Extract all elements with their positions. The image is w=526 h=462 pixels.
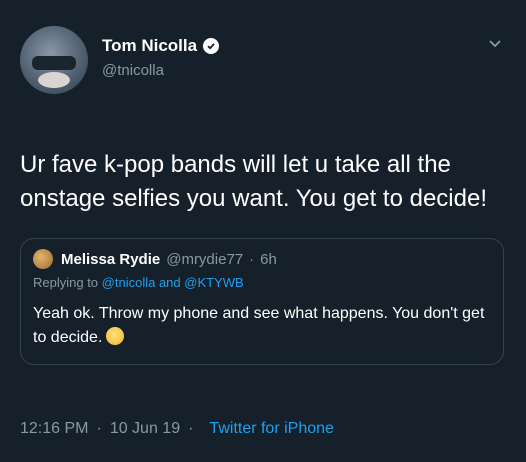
author-info: Tom Nicolla @tnicolla [102, 26, 486, 79]
quoted-tweet-text: Yeah ok. Throw my phone and see what hap… [33, 302, 489, 350]
tweet-date[interactable]: 10 Jun 19 [110, 420, 180, 438]
tweet-source-link[interactable]: Twitter for iPhone [209, 420, 334, 438]
author-avatar[interactable] [20, 26, 88, 94]
quoted-tweet-time: 6h [260, 250, 277, 268]
name-row: Tom Nicolla [102, 36, 486, 56]
tweet-meta: 12:16 PM · 10 Jun 19 · Twitter for iPhon… [20, 420, 334, 438]
quoted-author-handle: @mrydie77 [166, 250, 244, 268]
tweet-header: Tom Nicolla @tnicolla [20, 26, 504, 112]
tweet-time[interactable]: 12:16 PM [20, 420, 88, 438]
chevron-down-icon[interactable] [486, 34, 504, 52]
replying-to-label: Replying to [33, 275, 99, 290]
quoted-tweet-body: Yeah ok. Throw my phone and see what hap… [33, 305, 485, 346]
separator-dot: · [249, 250, 255, 268]
grinning-face-emoji-icon [106, 327, 125, 345]
tweet-text: Ur fave k-pop bands will let u take all … [20, 151, 488, 212]
replying-to-handles[interactable]: @tnicolla and @KTYWB [102, 275, 244, 290]
quoted-tweet-header: Melissa Rydie @mrydie77 · 6h [33, 249, 489, 269]
separator-dot: · [96, 420, 102, 437]
quoted-author-name: Melissa Rydie [61, 250, 161, 268]
verified-badge-icon [203, 38, 220, 54]
quoted-author-avatar [33, 249, 53, 269]
separator-dot: · [188, 420, 194, 437]
replying-to-line: Replying to @tnicolla and @KTYWB [33, 275, 489, 290]
sunglasses-shape [32, 56, 76, 70]
face-shape [38, 72, 70, 88]
author-display-name[interactable]: Tom Nicolla [102, 36, 197, 56]
author-handle[interactable]: @tnicolla [102, 62, 486, 79]
tweet-card: Tom Nicolla @tnicolla Ur fave k-pop band… [0, 0, 526, 462]
quoted-tweet[interactable]: Melissa Rydie @mrydie77 · 6h Replying to… [20, 238, 504, 365]
